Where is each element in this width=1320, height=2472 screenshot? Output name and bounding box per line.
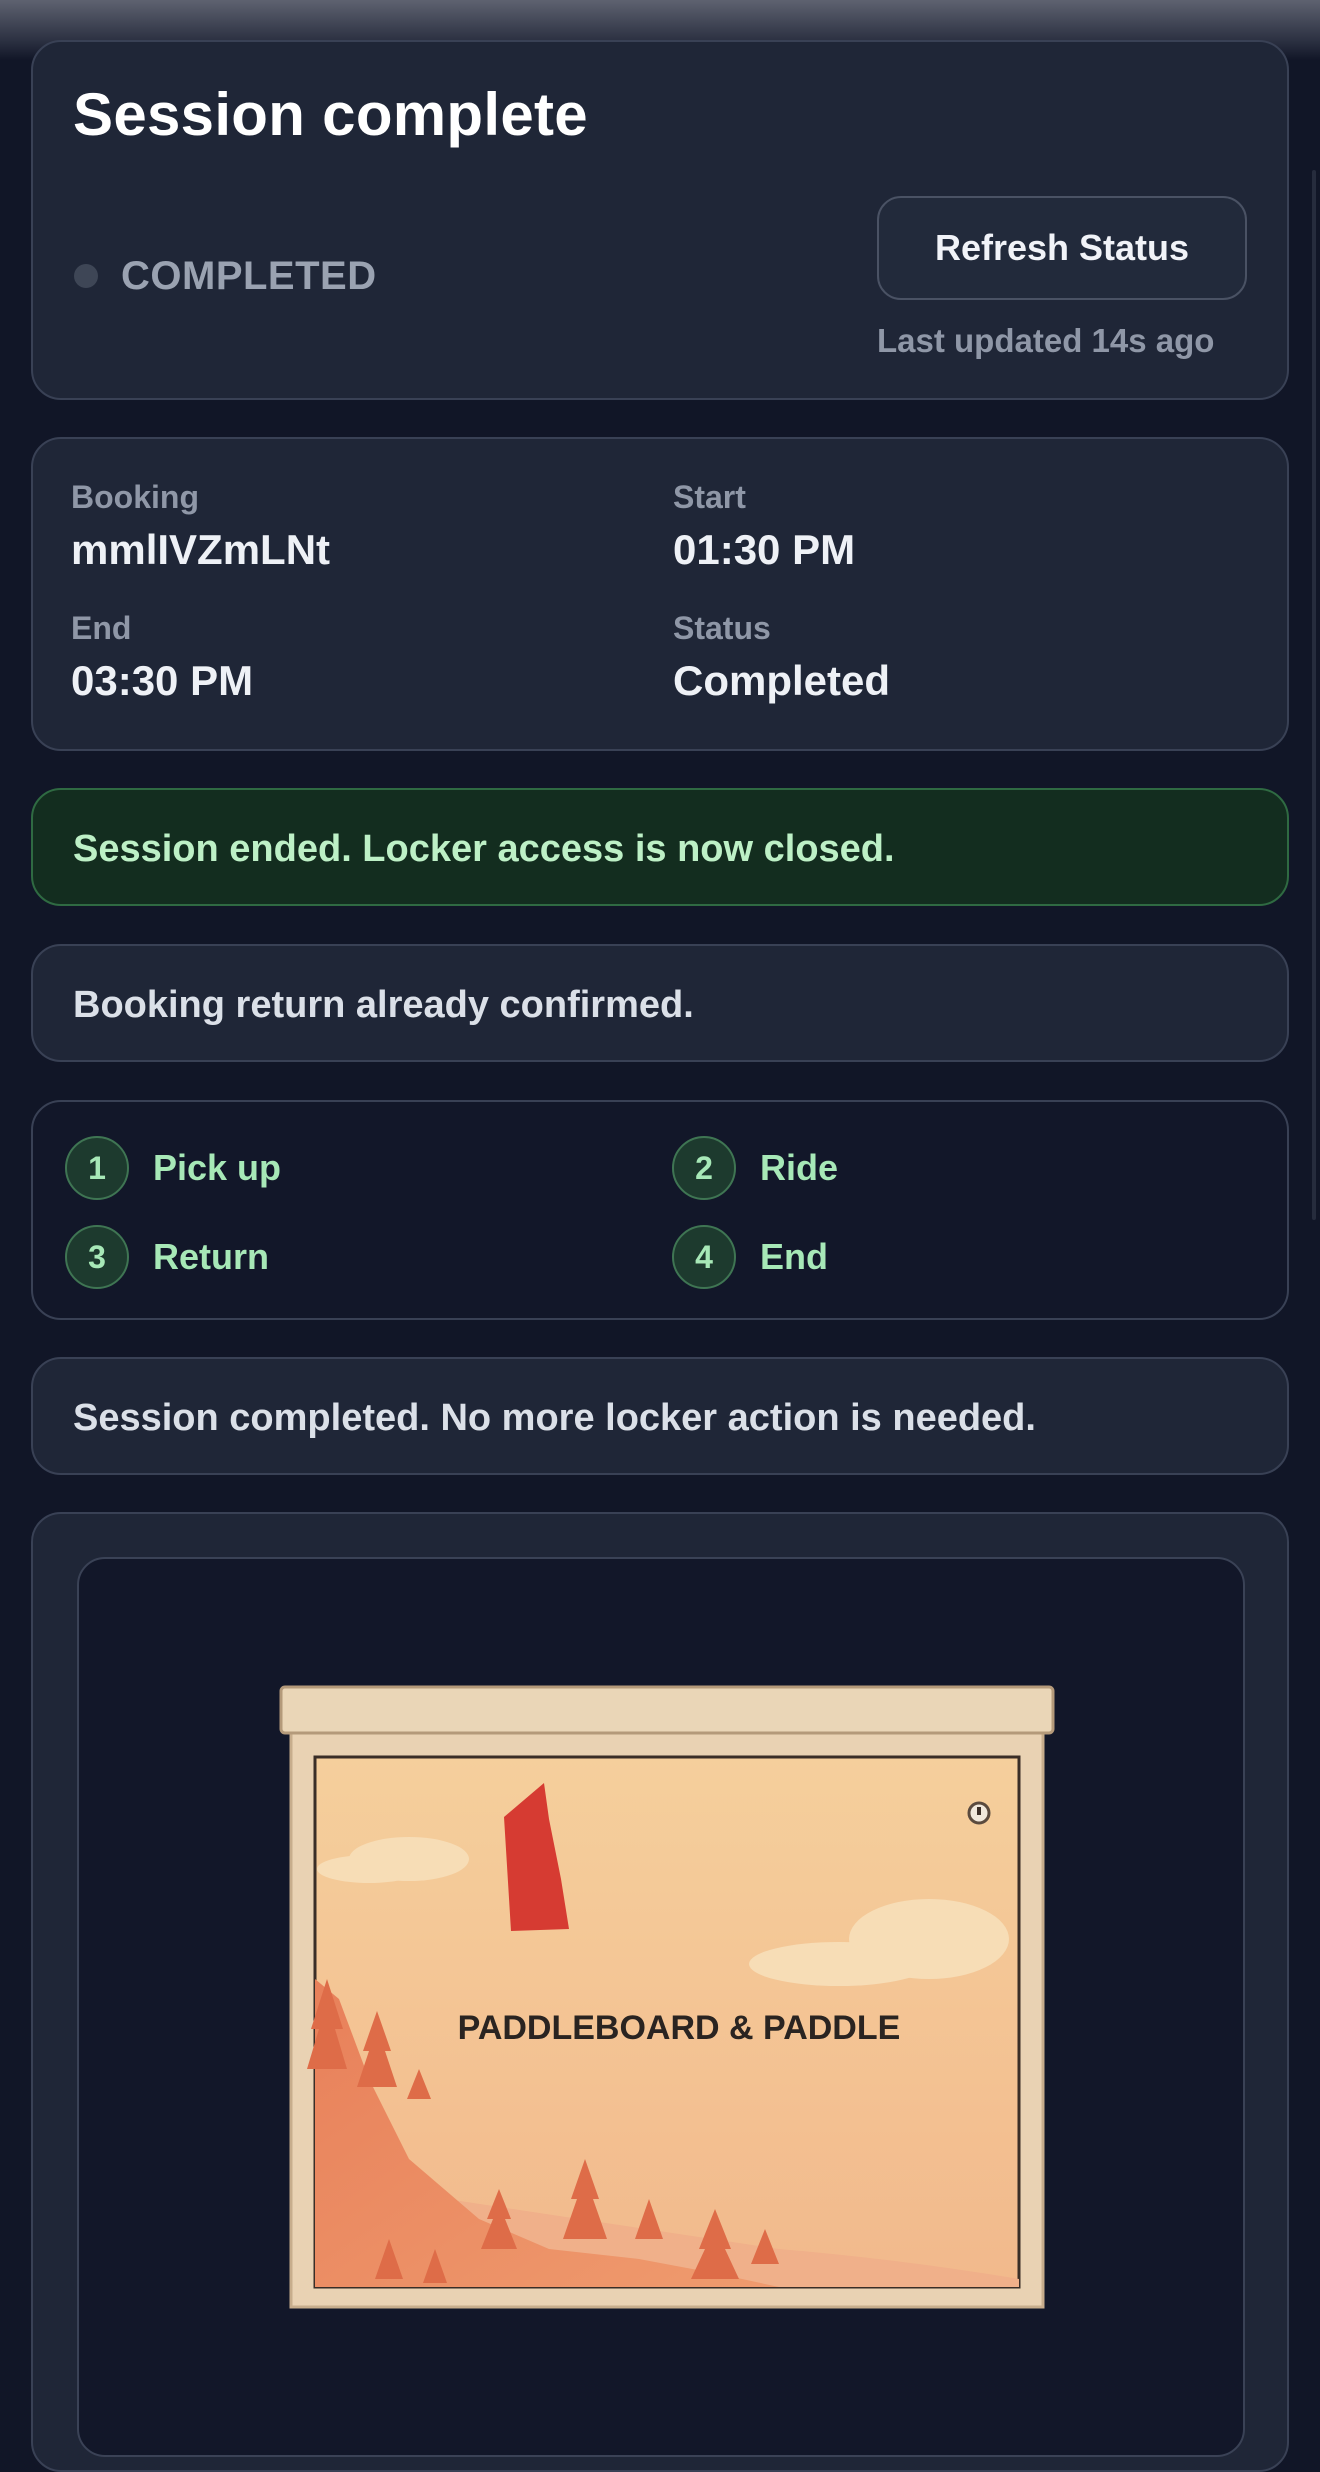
session-ended-text: Session ended. Locker access is now clos… [73, 828, 895, 870]
status-value: Completed [673, 657, 891, 704]
step-label: End [760, 1236, 828, 1277]
refresh-status-button[interactable]: Refresh Status [877, 196, 1247, 300]
session-ended-notice: Session ended. Locker access is now clos… [31, 788, 1289, 906]
start-field: Start 01:30 PM [673, 479, 855, 574]
scrollbar[interactable] [1312, 170, 1316, 1220]
step-number: 2 [672, 1136, 736, 1200]
booking-field: Booking mmlIVZmLNt [71, 479, 330, 574]
step-number: 1 [65, 1136, 129, 1200]
locker-image-card: PADDLEBOARD & PADDLE [31, 1512, 1289, 2472]
step-number: 4 [672, 1225, 736, 1289]
step-label: Pick up [153, 1147, 282, 1188]
locker-image-frame: PADDLEBOARD & PADDLE [77, 1557, 1245, 2457]
status-dot-icon [74, 264, 98, 288]
step-number: 3 [65, 1225, 129, 1289]
step-label: Ride [760, 1147, 839, 1188]
session-header-card: Session complete COMPLETED Refresh Statu… [31, 40, 1289, 400]
end-value: 03:30 PM [71, 657, 254, 704]
status-field: Status Completed [673, 610, 890, 705]
step-ride: 2 Ride [672, 1136, 838, 1200]
return-confirmed-notice: Booking return already confirmed. [31, 944, 1289, 1062]
booking-value: mmlIVZmLNt [71, 526, 331, 573]
booking-label: Booking [71, 479, 199, 515]
end-label: End [71, 610, 132, 646]
step-label: Return [153, 1236, 269, 1277]
no-action-text: Session completed. No more locker action… [73, 1397, 1036, 1439]
step-return: 3 Return [65, 1225, 269, 1289]
end-field: End 03:30 PM [71, 610, 253, 705]
booking-details-card: Booking mmlIVZmLNt Start 01:30 PM End 03… [31, 437, 1289, 751]
progress-steps-card: 1 Pick up 2 Ride 3 Return 4 End [31, 1100, 1289, 1320]
locker-label: PADDLEBOARD & PADDLE [458, 2009, 901, 2047]
status-badge: COMPLETED [121, 254, 377, 298]
step-end: 4 End [672, 1225, 828, 1289]
no-action-notice: Session completed. No more locker action… [31, 1357, 1289, 1475]
return-confirmed-text: Booking return already confirmed. [73, 984, 694, 1026]
locker-illustration: PADDLEBOARD & PADDLE [279, 1685, 1055, 2309]
last-updated-text: Last updated 14s ago [877, 322, 1215, 359]
status-label: Status [673, 610, 771, 646]
page-title: Session complete [73, 81, 588, 148]
step-pick-up: 1 Pick up [65, 1136, 281, 1200]
start-value: 01:30 PM [673, 526, 856, 573]
start-label: Start [673, 479, 746, 515]
